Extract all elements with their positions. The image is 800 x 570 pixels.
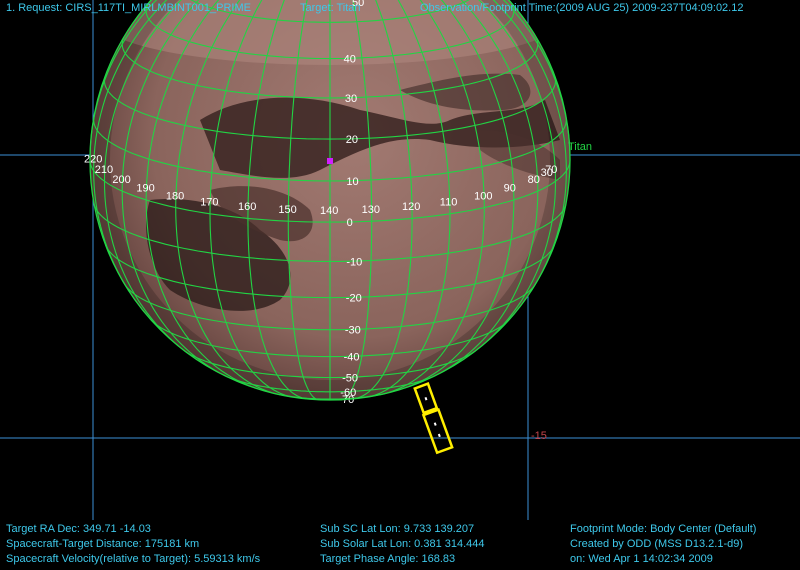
latitude-label: 10 [346,176,358,188]
target-ra-dec: Target RA Dec: 349.71 -14.03 [6,523,151,535]
longitude-label: 150 [278,204,296,216]
sub-solar-lat-lon: Sub Solar Lat Lon: 0.381 314.444 [320,538,485,550]
footprint-box-lower[interactable] [421,408,454,455]
viewer-window: 40 30 20 10 0 -10 -20 -30 -40 -50 -60 -70 220 210 200 1… [0,0,800,570]
latitude-label: 30 [345,93,357,105]
latitude-label: -50 [342,373,358,385]
created-on: on: Wed Apr 1 14:02:34 2009 [570,553,713,565]
planet-view[interactable]: 403020100-10-20-30-40-50-60-702202102001… [0,0,800,570]
observation-time-label: Observation/Footprint Time:(2009 AUG 25)… [420,2,744,14]
latitude-label: 40 [344,54,356,66]
longitude-label: 190 [136,183,154,195]
target-name-label: Titan [568,141,592,153]
sub-spacecraft-point-icon[interactable] [327,158,333,164]
latitude-label: 20 [346,134,358,146]
latitude-label: -20 [346,293,362,305]
longitude-label: 130 [362,204,380,216]
spacecraft-velocity: Spacecraft Velocity(relative to Target):… [6,553,261,565]
longitude-label: 210 [95,164,113,176]
longitude-label: 200 [112,174,130,186]
latitude-label: -10 [346,256,362,268]
request-label: 1. Request: CIRS_117TI_MIRLMBINT001_PRIM… [6,2,251,14]
reticle-value-label: -15 [531,430,547,442]
longitude-label: 30 [541,167,553,179]
target-phase-angle: Target Phase Angle: 168.83 [320,553,456,565]
sub-sc-lat-lon: Sub SC Lat Lon: 9.733 139.207 [320,523,475,535]
target-label: Target: Titan [300,2,361,14]
longitude-label: 180 [166,190,184,202]
longitude-label: 140 [320,205,338,217]
longitude-label: 100 [474,190,492,202]
footprint-mode: Footprint Mode: Body Center (Default) [570,523,757,535]
longitude-label: 170 [200,197,218,209]
longitude-label: 110 [440,197,458,209]
instrument-footprint[interactable] [413,382,454,455]
longitude-label: 120 [402,201,420,213]
footer-right-panel: Footprint Mode: Body Center (Default) Cr… [570,522,756,567]
created-by: Created by ODD (MSS D13.2.1-d9) [570,538,744,550]
latitude-label: -30 [345,325,361,337]
longitude-label: 90 [504,183,516,195]
spacecraft-target-distance: Spacecraft-Target Distance: 175181 km [6,538,200,550]
footer-middle-panel: Sub SC Lat Lon: 9.733 139.207 Sub Solar … [320,522,485,567]
longitude-label: 80 [528,174,540,186]
footer-left-panel: Target RA Dec: 349.71 -14.03 Spacecraft-… [6,522,260,567]
longitude-label: 160 [238,201,256,213]
latitude-label: -40 [344,352,360,364]
latitude-label: 0 [347,217,353,229]
